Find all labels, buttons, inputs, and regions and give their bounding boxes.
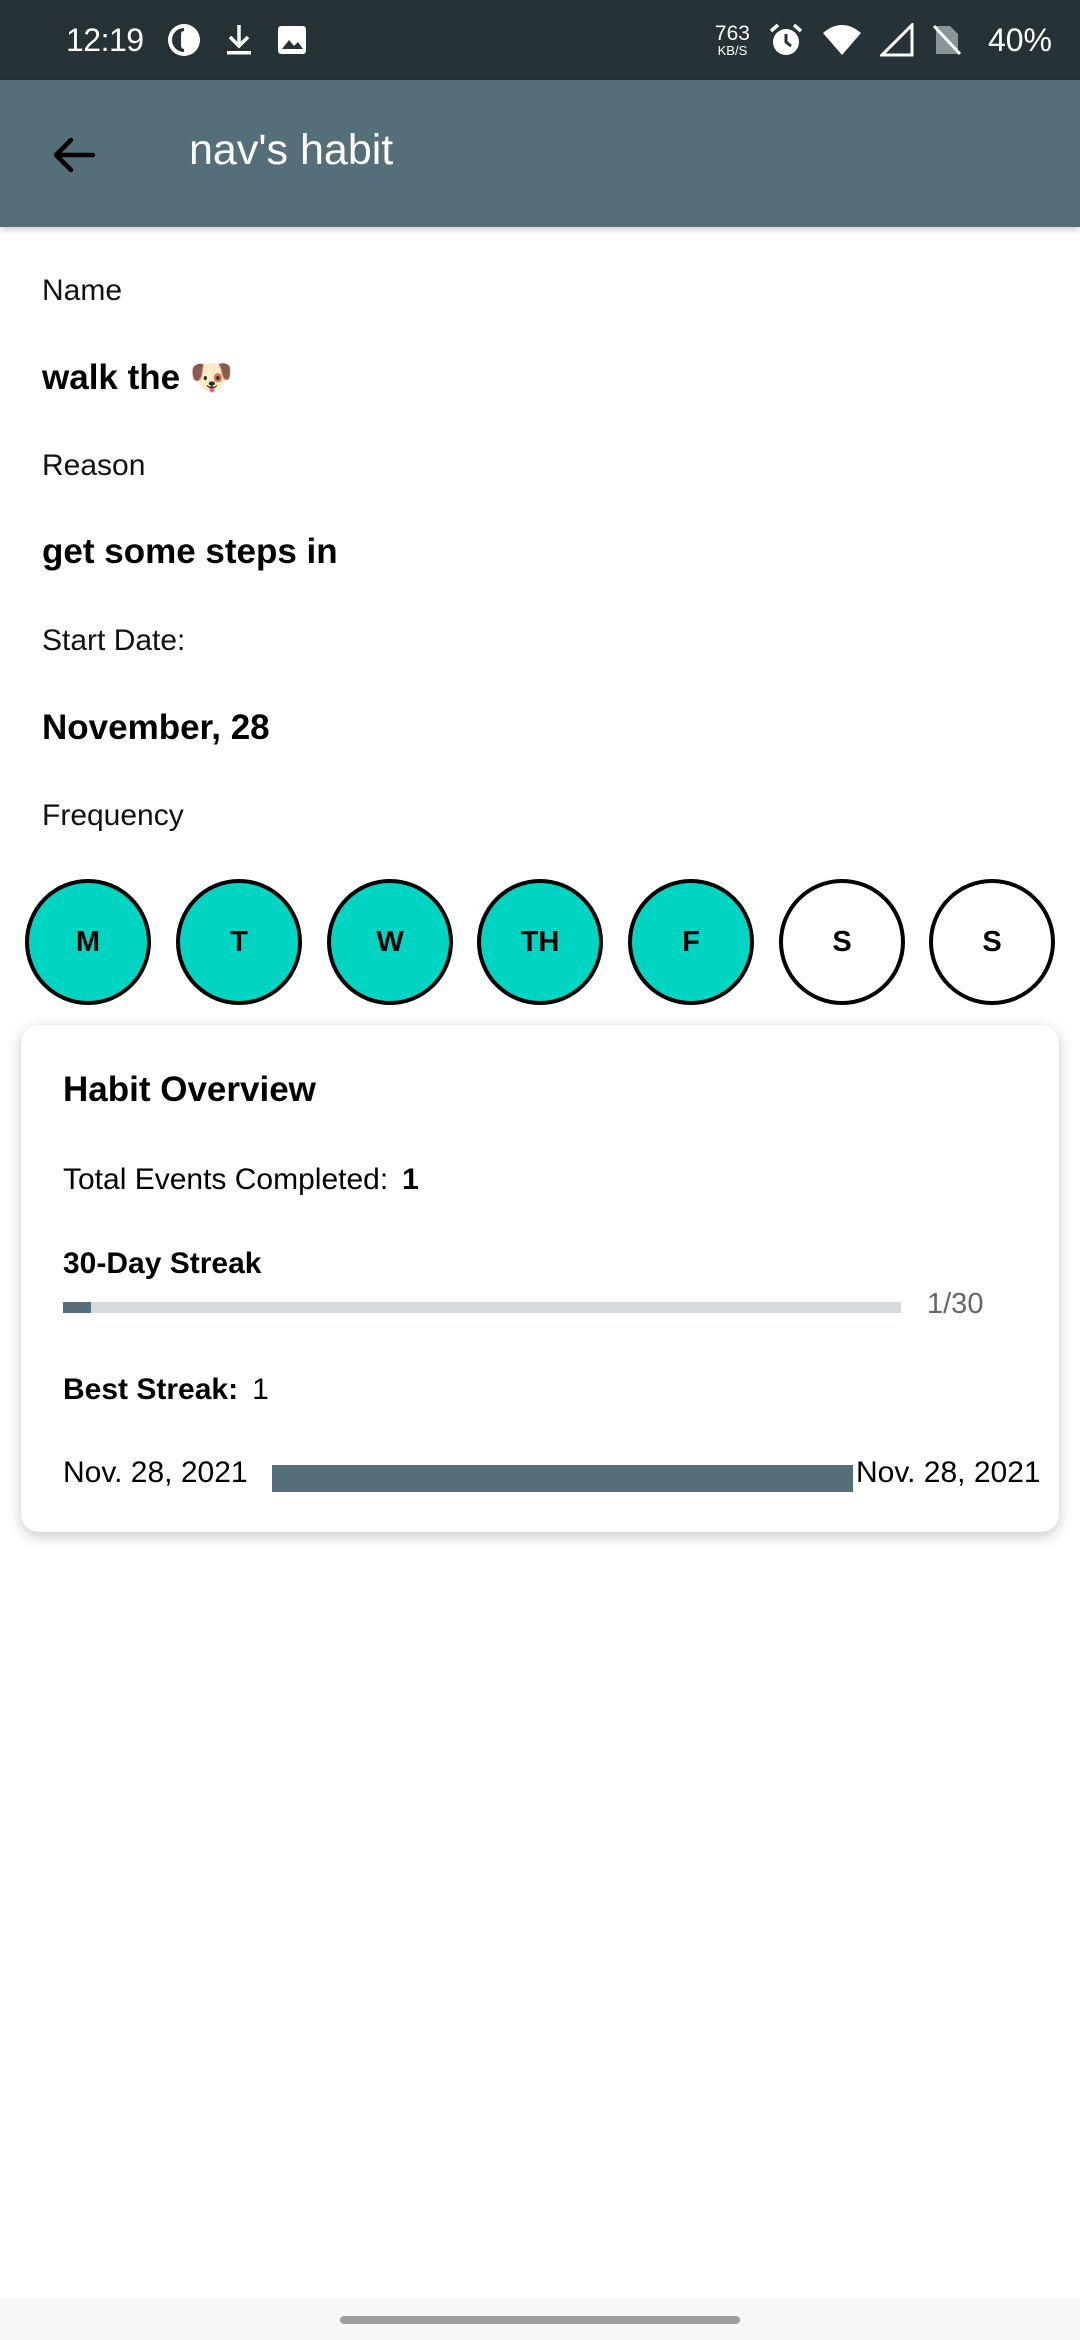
best-streak-label: Best Streak: — [63, 1373, 239, 1406]
best-streak-row: Best Streak: 1 — [63, 1373, 269, 1407]
range-end-date: Nov. 28, 2021 — [856, 1456, 1041, 1489]
day-wednesday[interactable]: W — [327, 879, 453, 1005]
total-events-label: Total Events Completed: — [63, 1163, 389, 1196]
no-sim-icon — [932, 22, 962, 58]
app-bar: nav's habit — [0, 80, 1080, 227]
arrow-back-icon — [53, 137, 96, 173]
net-speed: 763 KB/S — [715, 23, 750, 57]
range-bar — [272, 1465, 853, 1492]
habit-overview-card: Habit Overview Total Events Completed: 1… — [21, 1025, 1059, 1532]
signal-icon — [879, 23, 914, 57]
wifi-icon — [822, 23, 862, 57]
battery-level: 40% — [987, 21, 1052, 58]
start-date-label: Start Date: — [42, 624, 186, 657]
total-events-row: Total Events Completed: 1 — [63, 1163, 419, 1197]
start-date-value: November, 28 — [42, 708, 270, 747]
back-button[interactable] — [40, 122, 106, 188]
status-time: 12:19 — [66, 21, 144, 58]
download-icon — [224, 23, 254, 57]
day-thursday[interactable]: TH — [477, 879, 603, 1005]
frequency-label: Frequency — [42, 799, 184, 832]
app-icon — [166, 22, 202, 58]
streak-progress-fill — [63, 1302, 91, 1313]
streak-count: 1/30 — [927, 1288, 984, 1320]
name-label: Name — [42, 274, 123, 307]
streak-range-row: Nov. 28, 2021 Nov. 28, 2021 — [63, 1453, 1043, 1497]
streak-title: 30-Day Streak — [63, 1247, 262, 1280]
page-title: nav's habit — [189, 126, 394, 174]
day-saturday[interactable]: S — [779, 879, 905, 1005]
streak-progress-bar — [63, 1302, 901, 1313]
net-speed-unit: KB/S — [717, 43, 748, 58]
best-streak-value: 1 — [252, 1373, 269, 1406]
net-speed-value: 763 — [714, 22, 750, 45]
image-icon — [276, 24, 308, 56]
name-value: walk the 🐶 — [42, 358, 234, 397]
status-bar: 12:19 763 KB/S 40% — [0, 0, 1080, 80]
total-events-value: 1 — [402, 1163, 419, 1196]
day-friday[interactable]: F — [628, 879, 754, 1005]
alarm-icon — [768, 22, 804, 58]
home-indicator[interactable] — [340, 2316, 740, 2324]
reason-value: get some steps in — [42, 532, 338, 571]
status-left: 12:19 — [66, 0, 308, 80]
day-sunday[interactable]: S — [929, 879, 1055, 1005]
range-start-date: Nov. 28, 2021 — [63, 1456, 248, 1489]
overview-title: Habit Overview — [63, 1070, 316, 1109]
status-right: 763 KB/S 40% — [715, 0, 1052, 80]
reason-label: Reason — [42, 449, 146, 482]
day-tuesday[interactable]: T — [176, 879, 302, 1005]
day-monday[interactable]: M — [25, 879, 151, 1005]
navigation-bar — [0, 2298, 1080, 2340]
